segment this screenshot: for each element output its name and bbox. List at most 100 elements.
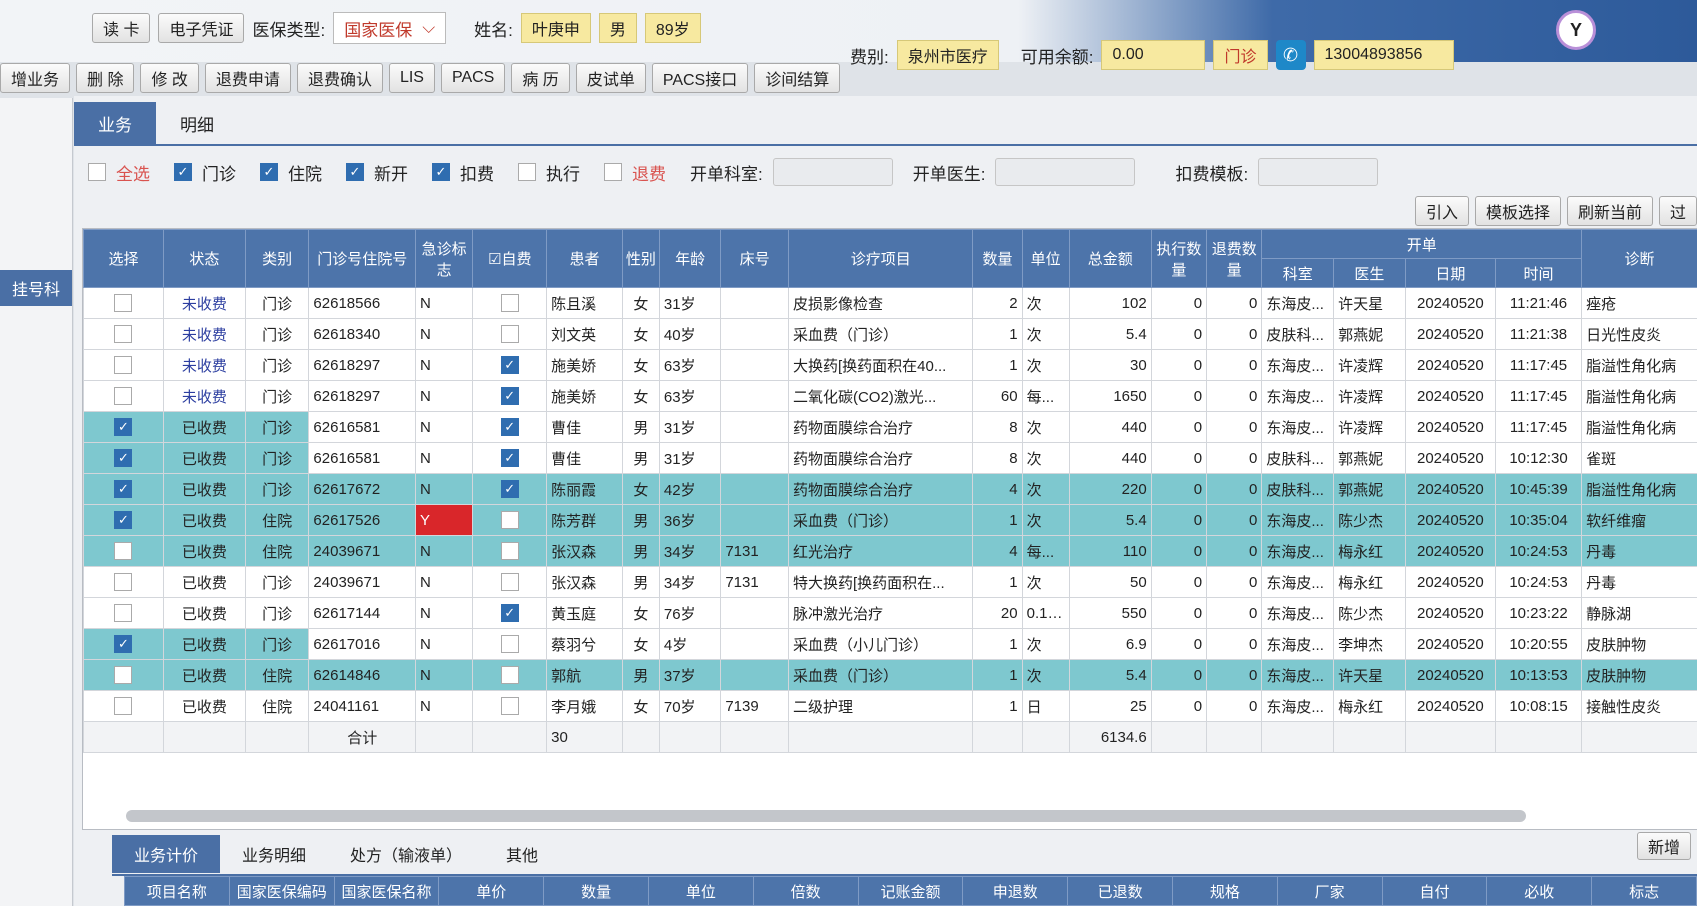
cell-sel[interactable] xyxy=(83,628,164,660)
self-pay-checkbox[interactable] xyxy=(500,356,519,375)
table-row[interactable]: 未收费门诊62618297N施美娇女63岁大换药[换药面积在40...1次300… xyxy=(83,349,1697,381)
add-business-button[interactable]: 增业务 xyxy=(0,63,71,93)
bottom-new-button[interactable]: 新增 xyxy=(1636,832,1691,860)
cell-sel[interactable] xyxy=(83,349,164,381)
row-select-checkbox[interactable] xyxy=(114,666,133,685)
dept-input[interactable] xyxy=(772,158,893,186)
insurance-type-select[interactable]: 国家医保 ⌵ xyxy=(333,12,447,44)
self-pay-checkbox[interactable] xyxy=(500,666,519,685)
cell-self[interactable] xyxy=(472,566,548,598)
table-row[interactable]: 已收费 住院 24039671 N 张汉森男 34岁 7131 红光治疗 4 每... 110 0 0 东… xyxy=(83,535,1697,567)
cell-sel[interactable] xyxy=(83,504,164,536)
row-select-checkbox[interactable] xyxy=(114,325,133,344)
cell-self[interactable] xyxy=(472,380,548,412)
self-pay-checkbox[interactable] xyxy=(500,604,519,623)
refresh-current-button[interactable]: 刷新当前 xyxy=(1566,196,1653,226)
cell-sel[interactable] xyxy=(83,287,164,319)
row-select-checkbox[interactable] xyxy=(114,387,133,406)
cell-self[interactable] xyxy=(472,411,548,443)
skin-test-button[interactable]: 皮试单 xyxy=(575,63,646,93)
row-select-checkbox[interactable] xyxy=(114,542,133,561)
cell-self[interactable] xyxy=(472,318,548,350)
tab-detail[interactable]: 明细 xyxy=(156,102,238,144)
modify-button[interactable]: 修 改 xyxy=(140,63,199,93)
table-row[interactable]: 已收费 住院 62614846 N 郭航男 37岁 采血费（门诊） 1 次 5.4 0 0 东海皮...… xyxy=(83,659,1697,691)
more-button[interactable]: 过 xyxy=(1658,196,1697,226)
select-all-checkbox[interactable] xyxy=(88,163,106,181)
self-pay-checkbox[interactable] xyxy=(500,480,519,499)
row-select-checkbox[interactable] xyxy=(114,449,133,468)
inpatient-checkbox[interactable] xyxy=(260,163,278,181)
self-pay-checkbox[interactable] xyxy=(500,325,519,344)
doctor-input[interactable] xyxy=(995,158,1136,186)
cell-self[interactable] xyxy=(472,628,548,660)
cell-sel[interactable] xyxy=(83,597,164,629)
cell-sel[interactable] xyxy=(83,690,164,722)
template-input[interactable] xyxy=(1258,158,1379,186)
row-select-checkbox[interactable] xyxy=(114,418,133,437)
self-pay-checkbox[interactable] xyxy=(500,387,519,406)
refund-checkbox[interactable] xyxy=(604,163,622,181)
medical-record-button[interactable]: 病 历 xyxy=(511,63,570,93)
outpatient-checkbox[interactable] xyxy=(174,163,192,181)
cell-self[interactable] xyxy=(472,535,548,567)
refund-confirm-button[interactable]: 退费确认 xyxy=(296,63,383,93)
pacs-interface-button[interactable]: PACS接口 xyxy=(651,63,749,93)
tab-business[interactable]: 业务 xyxy=(74,102,156,144)
table-row[interactable]: 已收费 住院 24041161 N 李月娥女 70岁 7139 二级护理 1 日 25 0 0 东海皮..… xyxy=(83,690,1697,722)
pacs-button[interactable]: PACS xyxy=(440,63,506,93)
table-row[interactable]: 已收费门诊62616581N曹佳男31岁药物面膜综合治疗8次44000皮肤科..… xyxy=(83,442,1697,474)
lis-button[interactable]: LIS xyxy=(388,63,435,93)
row-select-checkbox[interactable] xyxy=(114,480,133,499)
self-pay-checkbox[interactable] xyxy=(500,573,519,592)
cell-self[interactable] xyxy=(472,504,548,536)
self-pay-checkbox[interactable] xyxy=(500,697,519,716)
cell-self[interactable] xyxy=(472,597,548,629)
row-select-checkbox[interactable] xyxy=(114,573,133,592)
cell-self[interactable] xyxy=(472,442,548,474)
cell-self[interactable] xyxy=(472,659,548,691)
new-checkbox[interactable] xyxy=(346,163,364,181)
cell-sel[interactable] xyxy=(83,566,164,598)
cell-sel[interactable] xyxy=(83,442,164,474)
tab-business-pricing[interactable]: 业务计价 xyxy=(112,835,221,873)
row-select-checkbox[interactable] xyxy=(114,511,133,530)
table-row[interactable]: 已收费 门诊 24039671 N 张汉森男 34岁 7131 特大换药[换药面积在... 1 次… xyxy=(83,566,1697,598)
horizontal-scrollbar[interactable] xyxy=(126,810,1526,822)
cell-sel[interactable] xyxy=(83,380,164,412)
self-pay-checkbox[interactable] xyxy=(500,542,519,561)
row-select-checkbox[interactable] xyxy=(114,697,133,716)
refund-request-button[interactable]: 退费申请 xyxy=(204,63,291,93)
table-row[interactable]: 已收费门诊62616581N曹佳男31岁药物面膜综合治疗8次44000东海皮..… xyxy=(83,411,1697,443)
self-pay-checkbox[interactable] xyxy=(500,294,519,313)
settle-button[interactable]: 诊间结算 xyxy=(754,63,841,93)
cell-self[interactable] xyxy=(472,287,548,319)
e-voucher-button[interactable]: 电子凭证 xyxy=(158,13,245,43)
table-row[interactable]: 已收费门诊62617144N黄玉庭女76岁脉冲激光治疗200.1c...5500… xyxy=(83,597,1697,629)
table-row[interactable]: 已收费门诊62617016N蔡羽兮女4岁采血费（小儿门诊）1次6.900东海皮.… xyxy=(83,628,1697,660)
tab-other[interactable]: 其他 xyxy=(484,835,560,873)
delete-button[interactable]: 删 除 xyxy=(76,63,135,93)
self-pay-checkbox[interactable] xyxy=(500,449,519,468)
charge-checkbox[interactable] xyxy=(432,163,450,181)
table-row[interactable]: 未收费门诊62618297N 施美娇女63岁 二氧化碳(CO2)激光...60每..… xyxy=(83,380,1697,412)
cell-sel[interactable] xyxy=(83,411,164,443)
import-button[interactable]: 引入 xyxy=(1414,196,1469,226)
cell-sel[interactable] xyxy=(83,318,164,350)
cell-sel[interactable] xyxy=(83,535,164,567)
row-select-checkbox[interactable] xyxy=(114,356,133,375)
cell-self[interactable] xyxy=(472,473,548,505)
row-select-checkbox[interactable] xyxy=(114,604,133,623)
cell-sel[interactable] xyxy=(83,473,164,505)
self-pay-checkbox[interactable] xyxy=(500,635,519,654)
cell-self[interactable] xyxy=(472,690,548,722)
left-panel-header[interactable]: 挂号科 xyxy=(0,270,72,306)
row-select-checkbox[interactable] xyxy=(114,294,133,313)
self-pay-checkbox[interactable] xyxy=(500,511,519,530)
tab-prescription[interactable]: 处方（输液单） xyxy=(328,835,484,873)
table-row[interactable]: 已收费门诊62617672N陈丽霞女42岁药物面膜综合治疗4次22000皮肤科.… xyxy=(83,473,1697,505)
execute-checkbox[interactable] xyxy=(518,163,536,181)
self-pay-checkbox[interactable] xyxy=(500,418,519,437)
template-select-button[interactable]: 模板选择 xyxy=(1474,196,1561,226)
table-row[interactable]: 未收费 门诊 62618340 N 刘文英女 40岁 采血费（门诊） 1 次 5.4 0 0 皮肤科..… xyxy=(83,318,1697,350)
